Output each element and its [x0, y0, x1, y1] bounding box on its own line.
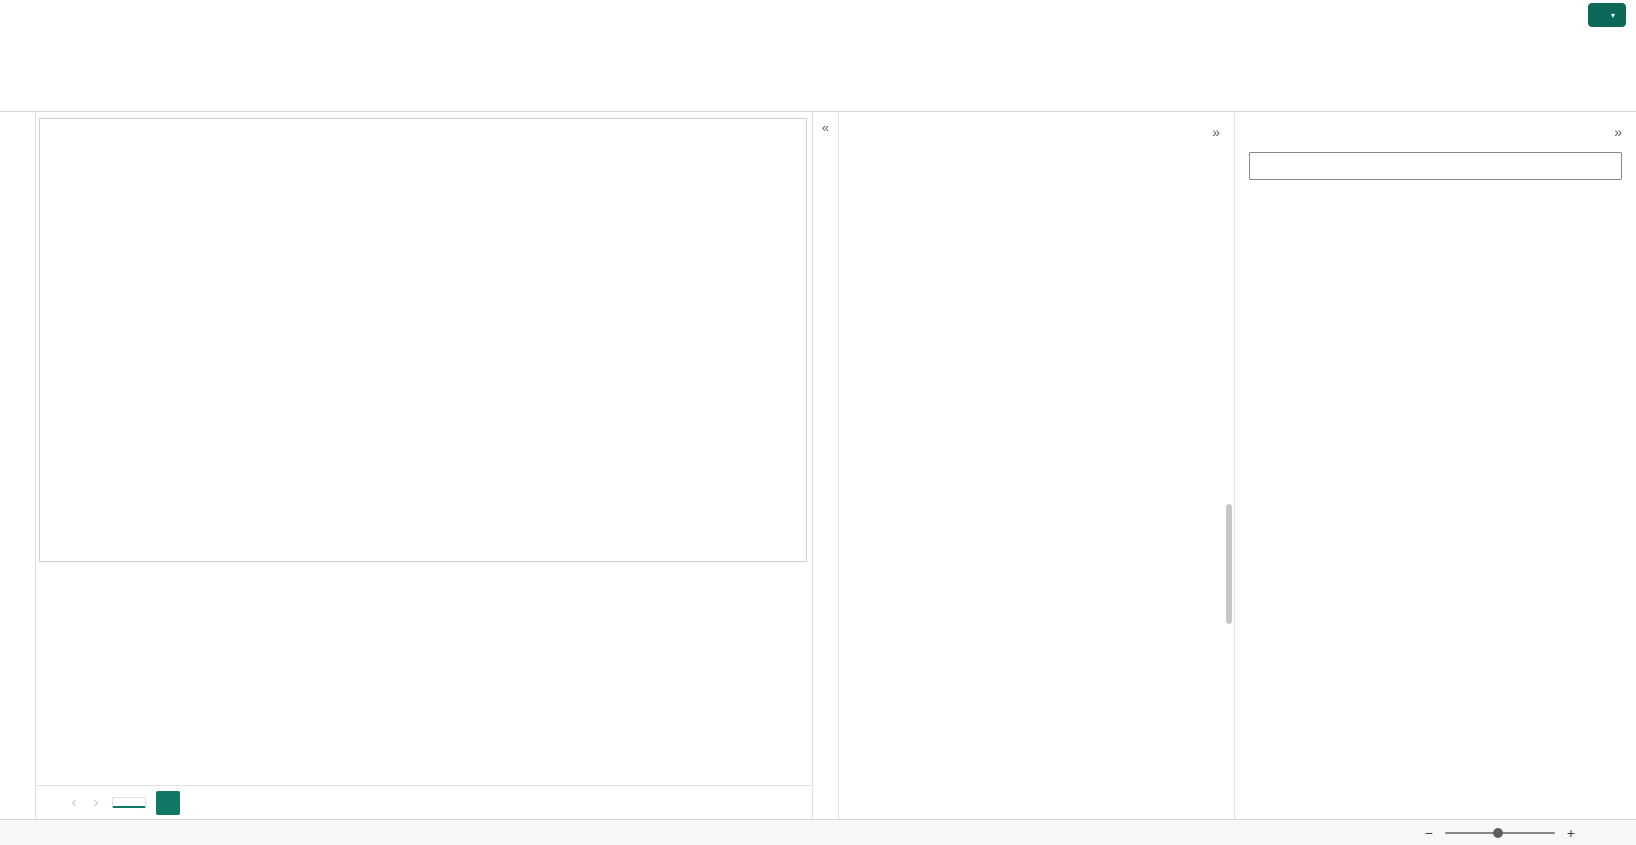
line-chart	[58, 177, 798, 541]
previous-page-arrow[interactable]: ‹	[68, 794, 80, 811]
zoom-in-button[interactable]: +	[1564, 825, 1578, 841]
ribbon	[0, 30, 1636, 112]
share-button[interactable]: ▾	[1588, 3, 1626, 27]
visualizations-scrollbar[interactable]	[1225, 452, 1233, 811]
main-area: ‹ › « » »	[0, 112, 1636, 819]
page-navigation-bar: ‹ ›	[36, 785, 812, 819]
search-box	[1249, 152, 1622, 180]
search-input[interactable]	[1265, 159, 1613, 173]
collapse-visualizations-pane-icon[interactable]: »	[1212, 124, 1220, 140]
visualizations-pane: »	[838, 112, 1234, 819]
report-canvas[interactable]	[36, 112, 812, 785]
status-bar: − +	[0, 819, 1636, 845]
get-more-visuals-button[interactable]	[839, 166, 1234, 175]
report-canvas-column: ‹ ›	[36, 112, 812, 819]
next-page-arrow[interactable]: ›	[90, 794, 102, 811]
new-page-button[interactable]	[156, 791, 180, 815]
data-pane: »	[1234, 112, 1636, 819]
visualizations-mode-tabs	[839, 154, 1234, 166]
chevron-down-icon: ▾	[1611, 11, 1615, 20]
view-switcher-rail	[0, 112, 36, 819]
line-chart-visual[interactable]	[39, 118, 807, 562]
zoom-slider-thumb[interactable]	[1493, 828, 1503, 838]
filters-pane-collapsed[interactable]: «	[812, 112, 838, 819]
zoom-out-button[interactable]: −	[1422, 825, 1436, 841]
chart-plot-area	[44, 177, 798, 557]
page-tab-page-1[interactable]	[112, 797, 146, 808]
field-wells	[839, 430, 1224, 819]
menu-bar: ▾	[0, 0, 1636, 30]
zoom-slider[interactable]	[1445, 832, 1555, 834]
zoom-controls: − +	[1422, 825, 1624, 841]
expand-filters-pane-icon[interactable]: «	[822, 120, 829, 135]
collapse-data-pane-icon[interactable]: »	[1614, 124, 1622, 140]
powerbi-desktop-window: ▾	[0, 0, 1636, 845]
scrollbar-thumb[interactable]	[1226, 504, 1232, 624]
